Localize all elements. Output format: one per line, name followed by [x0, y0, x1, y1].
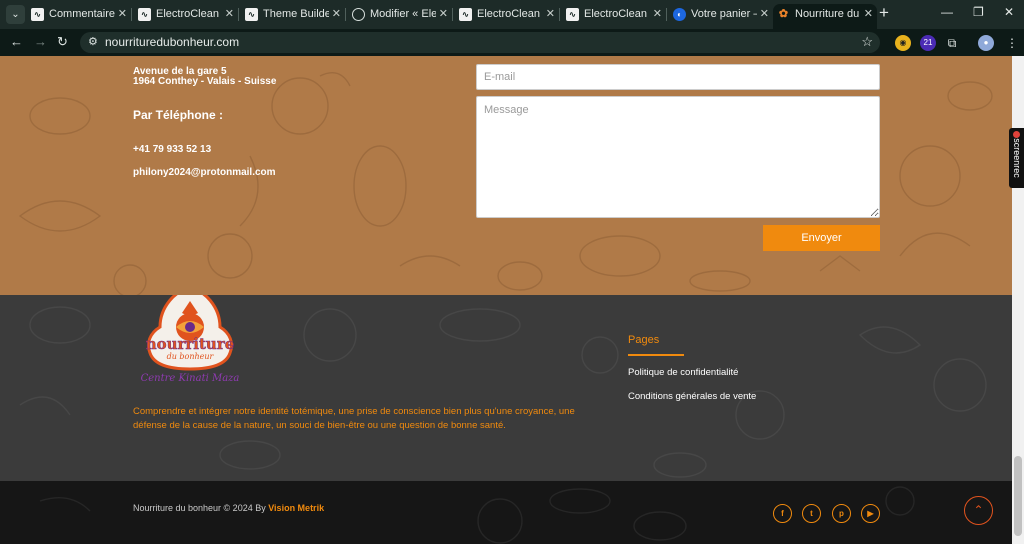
scrollbar-thumb[interactable]: [1014, 456, 1022, 536]
phone-heading: Par Téléphone :: [133, 108, 224, 122]
privacy-policy-link[interactable]: Politique de confidentialité: [628, 367, 738, 378]
browser-tab[interactable]: ◐ Votre panier – el ✕: [669, 4, 773, 25]
restore-icon[interactable]: ❐: [973, 5, 984, 19]
screenrec-widget[interactable]: screenrec: [1009, 128, 1024, 188]
contact-email[interactable]: philony2024@protonmail.com: [133, 167, 276, 178]
tab-divider: [345, 8, 346, 21]
close-icon[interactable]: ✕: [760, 4, 769, 25]
extension-badge-icon[interactable]: 21: [920, 35, 936, 51]
site-info-icon[interactable]: ⚙: [88, 35, 98, 48]
copyright-text: Nourriture du bonheur © 2024 By Vision M…: [133, 503, 325, 513]
send-button[interactable]: Envoyer: [763, 225, 880, 251]
reload-icon[interactable]: ↻: [57, 34, 68, 50]
wp-admin-icon: ∿: [31, 8, 44, 21]
twitter-icon[interactable]: t: [802, 504, 821, 523]
close-icon[interactable]: ✕: [118, 4, 127, 25]
minimize-icon[interactable]: —: [941, 5, 953, 19]
back-icon[interactable]: ←: [10, 34, 23, 49]
bookmark-star-icon[interactable]: ☆: [861, 34, 873, 50]
close-icon[interactable]: ✕: [546, 4, 555, 25]
agency-link[interactable]: Vision Metrik: [268, 503, 324, 513]
message-field[interactable]: [476, 96, 880, 218]
site-favicon: ✿: [778, 8, 789, 20]
email-field[interactable]: [476, 64, 880, 90]
record-icon: [1013, 131, 1020, 138]
footer-main: nourriture du bonheur Centre Kinati Maza…: [0, 295, 1012, 481]
svg-text:nourriture: nourriture: [146, 335, 235, 353]
phone-number[interactable]: +41 79 933 52 13: [133, 144, 211, 155]
address-bar[interactable]: ⚙ nourrituredubonheur.com ☆: [80, 32, 880, 53]
profile-avatar[interactable]: ●: [978, 35, 994, 51]
footer-tagline: Comprendre et intégrer notre identité to…: [133, 406, 575, 431]
close-icon[interactable]: ✕: [332, 4, 341, 25]
url-text: nourrituredubonheur.com: [105, 35, 240, 49]
youtube-icon[interactable]: ▶: [861, 504, 880, 523]
close-icon[interactable]: ✕: [653, 4, 662, 25]
browser-tab[interactable]: ∿ ElectroClean Ma ✕: [134, 4, 238, 25]
wp-admin-icon: ∿: [245, 8, 258, 21]
close-icon[interactable]: ✕: [225, 4, 234, 25]
tab-divider: [666, 8, 667, 21]
facebook-icon[interactable]: f: [773, 504, 792, 523]
tab-search-icon[interactable]: ⌄: [6, 5, 25, 24]
cart-site-icon: ◐: [673, 8, 686, 21]
pages-heading: Pages: [628, 334, 660, 346]
tab-divider: [452, 8, 453, 21]
tab-divider: [559, 8, 560, 21]
footer-bottom-bar: Nourriture du bonheur © 2024 By Vision M…: [0, 481, 1012, 544]
extensions-puzzle-icon[interactable]: ⧉: [944, 35, 960, 51]
scroll-to-top-button[interactable]: ⌃: [964, 496, 993, 525]
terms-of-sale-link[interactable]: Conditions générales de vente: [628, 391, 756, 402]
browser-tab-bar: ⌄ ∿ Commentaires ‹ ✕ ∿ ElectroClean Ma ✕…: [0, 0, 1024, 29]
globe-icon: [352, 8, 365, 21]
browser-tab[interactable]: ∿ Theme Builder ‹ ✕: [241, 4, 345, 25]
pages-heading-underline: [628, 354, 684, 356]
page-viewport: Avenue de la gare 5 1964 Conthey - Valai…: [0, 56, 1012, 544]
browser-tab[interactable]: ∿ Commentaires ‹ ✕: [27, 4, 131, 25]
browser-tab[interactable]: ∿ ElectroClean Ma ✕: [562, 4, 666, 25]
contact-address: Avenue de la gare 5 1964 Conthey - Valai…: [133, 66, 277, 87]
browser-toolbar: ← → ↻ ⚙ nourrituredubonheur.com ☆ ◉ 21 ⧉…: [0, 29, 1024, 56]
tab-divider: [131, 8, 132, 21]
menu-kebab-icon[interactable]: ⋮: [1004, 35, 1020, 51]
wp-admin-icon: ∿: [566, 8, 579, 21]
forward-icon[interactable]: →: [34, 34, 47, 49]
browser-tab[interactable]: Modifier « Electr ✕: [348, 4, 452, 25]
browser-tab[interactable]: ∿ ElectroClean Ma ✕: [455, 4, 559, 25]
wp-admin-icon: ∿: [138, 8, 151, 21]
window-close-icon[interactable]: ✕: [1004, 5, 1014, 19]
contact-section: Avenue de la gare 5 1964 Conthey - Valai…: [0, 56, 1012, 295]
site-logo: nourriture du bonheur Centre Kinati Maza: [141, 295, 240, 384]
svg-text:du bonheur: du bonheur: [167, 352, 215, 361]
extension-icon[interactable]: ◉: [895, 35, 911, 51]
screenrec-label: screenrec: [1011, 138, 1022, 178]
new-tab-icon[interactable]: +: [879, 3, 889, 23]
close-icon[interactable]: ✕: [864, 4, 873, 25]
wp-admin-icon: ∿: [459, 8, 472, 21]
pinterest-icon[interactable]: p: [832, 504, 851, 523]
browser-tab-active[interactable]: ✿ Nourriture du bo ✕: [773, 4, 877, 29]
close-icon[interactable]: ✕: [439, 4, 448, 25]
svg-text:Centre Kinati Maza: Centre Kinati Maza: [141, 373, 240, 384]
tab-divider: [238, 8, 239, 21]
